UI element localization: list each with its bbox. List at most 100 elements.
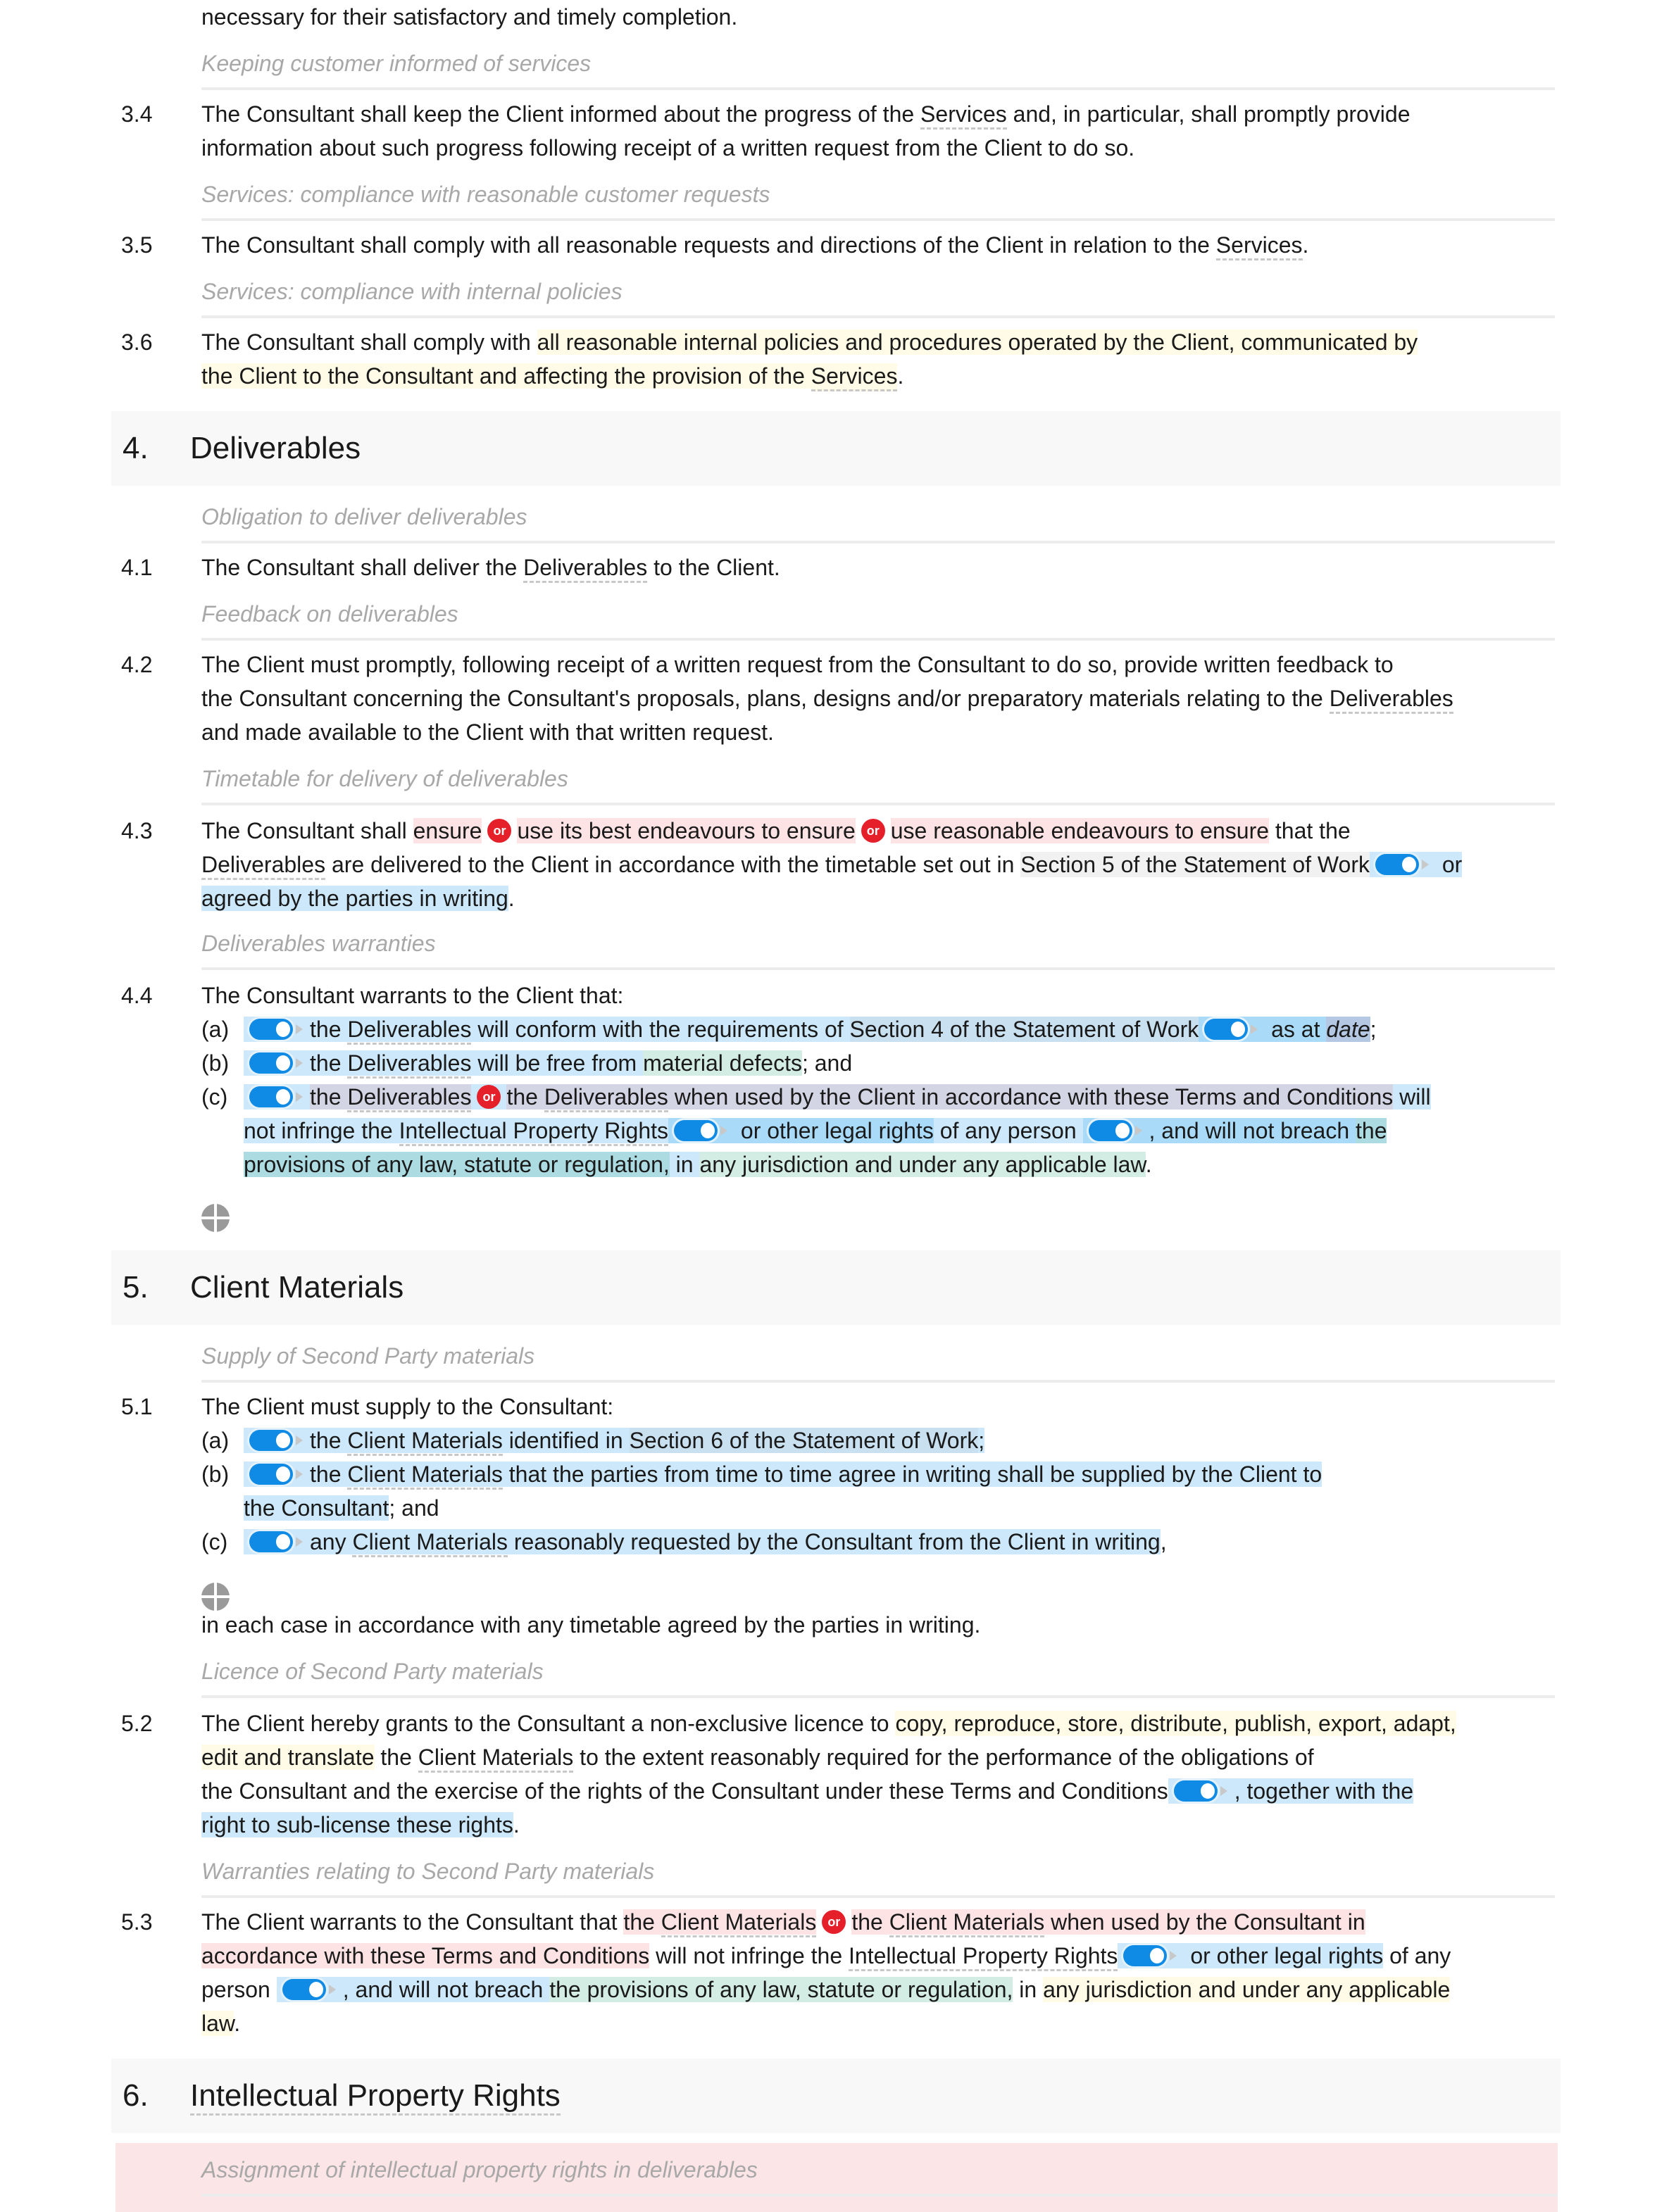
clause-5-1-a: (a) the Client Materials identified in Se… — [201, 1424, 985, 1457]
subheading-5-1: Supply of Second Party materials — [201, 1335, 1555, 1383]
defined-term-ipr[interactable]: Intellectual Property Rights — [849, 1943, 1118, 1971]
optional-text-toggle[interactable] — [674, 1119, 729, 1141]
alternative-option-3[interactable]: use reasonable endeavours to ensure — [890, 818, 1270, 843]
text: any — [310, 1529, 353, 1554]
defined-term-deliverables[interactable]: Deliverables — [523, 555, 648, 583]
optional-text: agreed by the parties in writing — [201, 886, 508, 911]
defined-term-deliverables[interactable]: Deliverables — [347, 1050, 472, 1079]
toggle-knob — [1115, 1122, 1130, 1138]
cross-reference[interactable]: Section 6 of the Statement of Work — [629, 1428, 979, 1453]
defined-term-client-materials[interactable]: Client Materials — [347, 1428, 503, 1456]
text: The Consultant shall — [201, 818, 413, 843]
or-badge[interactable]: or — [822, 1909, 846, 1934]
defined-term-deliverables[interactable]: Deliverables — [347, 1017, 472, 1045]
optional-text: or other legal rights — [1184, 1943, 1384, 1968]
clause-3-4-line-2: information about such progress followin… — [201, 135, 1135, 161]
alternative-option-1[interactable]: the Deliverables — [310, 1084, 472, 1112]
text: the — [310, 1017, 348, 1042]
variable-text[interactable]: the provisions of any law, statute or re… — [549, 1977, 1013, 2002]
text: not infringe the — [244, 1118, 399, 1143]
text: The Consultant shall deliver the — [201, 555, 524, 580]
defined-term-deliverables[interactable]: Deliverables — [201, 852, 326, 880]
variable-text[interactable]: law — [201, 2011, 234, 2036]
subheading-6-1: Assignment of intellectual property righ… — [201, 2149, 1558, 2197]
text: the Consultant concerning the Consultant… — [201, 686, 1330, 711]
or-badge[interactable]: or — [477, 1084, 501, 1109]
defined-term-deliverables[interactable]: Deliverables — [1329, 686, 1453, 714]
clause-5-1-intro: The Client must supply to the Consultant… — [201, 1394, 614, 1419]
defined-term-client-materials[interactable]: Client Materials — [889, 1909, 1045, 1937]
alternative-option-1[interactable]: ensure — [413, 818, 482, 843]
text: . — [234, 2011, 241, 2036]
or-badge[interactable]: or — [861, 818, 885, 843]
clause-number-4-4: 4.4 — [121, 983, 153, 1008]
text: the Consultant and the exercise of the r… — [201, 1778, 1168, 1804]
text: will — [1393, 1084, 1431, 1110]
defined-term-client-materials[interactable]: Client Materials — [352, 1529, 508, 1557]
or-badge[interactable]: or — [487, 818, 512, 843]
variable-text[interactable]: the — [1356, 1118, 1387, 1143]
optional-text-toggle[interactable] — [1204, 1018, 1259, 1040]
optional-text-toggle[interactable] — [249, 1531, 304, 1552]
optional-text-toggle[interactable] — [282, 1978, 337, 2000]
variable-text[interactable]: all reasonable internal policies and pro… — [537, 329, 1418, 355]
defined-term-services[interactable]: Services — [1215, 232, 1303, 260]
add-item-icon[interactable] — [201, 1583, 230, 1611]
clause-5-3-line-2: accordance with these Terms and Conditio… — [201, 1939, 1451, 1973]
optional-text-toggle[interactable] — [1375, 853, 1430, 875]
variable-text[interactable]: copy, reproduce, store, distribute, publ… — [895, 1711, 1456, 1736]
optional-text-toggle[interactable] — [1173, 1780, 1229, 1802]
defined-term-client-materials[interactable]: Client Materials — [661, 1909, 817, 1937]
optional-text-toggle[interactable] — [1088, 1119, 1144, 1141]
variable-text[interactable]: the Client to the Consultant and affecti… — [201, 363, 811, 389]
alternative-option-2[interactable]: accordance with these Terms and Conditio… — [201, 1943, 650, 1968]
optional-text-toggle[interactable] — [249, 1429, 304, 1451]
optional-text-toggle[interactable] — [249, 1463, 304, 1485]
cross-reference[interactable]: Section 4 of the Statement of Work — [849, 1017, 1199, 1042]
defined-term-ipr[interactable]: Intellectual Property Rights — [190, 2078, 561, 2116]
defined-term-ipr[interactable]: Intellectual Property Rights — [399, 1118, 668, 1146]
clause-4-1-line-1: The Consultant shall deliver the Deliver… — [201, 551, 780, 584]
placeholder-date[interactable]: date — [1326, 1017, 1370, 1042]
variable-text[interactable]: provisions of any law, statute or regula… — [244, 1152, 670, 1177]
text: in — [669, 1152, 700, 1177]
text: to the extent reasonably required for th… — [573, 1745, 1314, 1770]
optional-text-toggle[interactable] — [249, 1052, 304, 1074]
defined-term-services[interactable]: Services — [920, 101, 1007, 130]
variable-text[interactable]: any jurisdiction and under any applicabl… — [699, 1152, 1146, 1177]
toggle-knob — [276, 1466, 290, 1482]
alternative-option-1[interactable]: the Client Materials — [623, 1909, 817, 1937]
clause-5-2-line-1: The Client hereby grants to the Consulta… — [201, 1707, 1456, 1740]
optional-text-toggle[interactable] — [249, 1086, 304, 1107]
alternative-option-2[interactable]: the Client Materials when used by the Co… — [851, 1909, 1365, 1937]
variable-text[interactable]: material defects — [643, 1050, 802, 1076]
clause-number-3-6: 3.6 — [121, 329, 153, 355]
optional-text-toggle[interactable] — [1123, 1944, 1178, 1966]
expand-arrow-icon — [296, 1091, 303, 1102]
clause-5-1-b-line-2: the Consultant; and — [244, 1491, 439, 1525]
clause-3-6-line-1: The Consultant shall comply with all rea… — [201, 325, 1418, 359]
text: , — [1160, 1529, 1167, 1554]
variable-text[interactable]: edit and translate — [201, 1745, 375, 1770]
section-heading-5: 5. Client Materials — [111, 1250, 1561, 1325]
alternative-option-2[interactable]: use its best endeavours to ensure — [517, 818, 856, 843]
clause-4-4-c-line-1: (c) the Deliverables or the Deliverables wh… — [201, 1080, 1431, 1114]
text: the — [310, 1084, 348, 1110]
section-number: 4. — [123, 431, 149, 465]
toggle-knob — [276, 1055, 290, 1071]
section-title: Client Materials — [190, 1270, 404, 1305]
cross-reference[interactable]: Section 5 of the Statement of Work — [1020, 852, 1370, 877]
defined-term-deliverables[interactable]: Deliverables — [347, 1084, 472, 1112]
defined-term-services[interactable]: Services — [811, 363, 898, 391]
defined-term-deliverables[interactable]: Deliverables — [544, 1084, 668, 1112]
variable-text[interactable]: any jurisdiction and under any applicabl… — [1043, 1977, 1451, 2002]
toggle-knob — [276, 1021, 290, 1037]
alternative-clause-block[interactable]: Assignment of intellectual property righ… — [115, 2143, 1558, 2212]
defined-term-client-materials[interactable]: Client Materials — [418, 1745, 574, 1773]
alternative-option-2[interactable]: the Deliverables when used by the Client… — [506, 1084, 1394, 1112]
defined-term-client-materials[interactable]: Client Materials — [347, 1462, 503, 1490]
optional-text-toggle[interactable] — [249, 1018, 304, 1040]
toggle-knob — [276, 1432, 290, 1448]
text: to the Client. — [647, 555, 780, 580]
add-item-icon[interactable] — [201, 1204, 230, 1232]
